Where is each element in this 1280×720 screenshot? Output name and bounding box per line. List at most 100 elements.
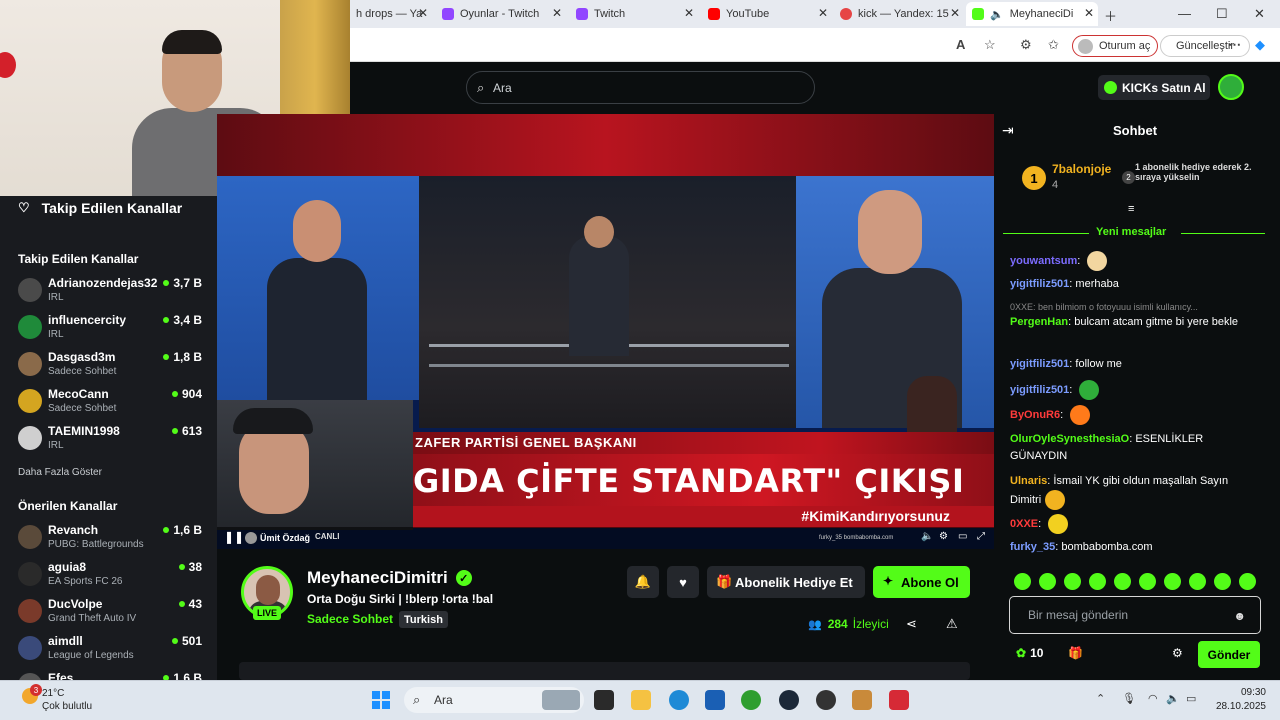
send-button[interactable]: Gönder — [1198, 641, 1260, 668]
notification-bell-button[interactable]: 🔔 — [627, 566, 659, 598]
new-messages-divider[interactable]: Yeni mesajlar — [1003, 226, 1265, 240]
edge-icon[interactable] — [669, 690, 689, 710]
new-tab-icon[interactable]: ＋ — [1104, 6, 1117, 25]
search-input[interactable]: ⌕ Ara — [466, 71, 815, 104]
fullscreen-icon[interactable]: ⤢ — [977, 531, 985, 542]
speaker-icon[interactable]: 🔈 — [990, 8, 1004, 21]
obs-icon[interactable] — [816, 690, 836, 710]
chat-input[interactable]: Bir mesaj gönderin ☻ — [1009, 596, 1261, 634]
settings-icon[interactable]: ⚙ — [939, 531, 948, 542]
minimize-icon[interactable]: — — [1178, 6, 1191, 21]
task-view-icon[interactable] — [594, 690, 614, 710]
chat-username[interactable]: youwantsum — [1010, 255, 1077, 267]
close-icon[interactable]: ✕ — [684, 6, 694, 20]
close-icon[interactable]: ✕ — [418, 6, 428, 20]
taskbar-clock[interactable]: 09:30 28.10.2025 — [1206, 686, 1266, 714]
channel-row[interactable]: TAEMIN1998 IRL 613 — [18, 422, 204, 456]
channel-row[interactable]: DucVolpe Grand Theft Auto IV 43 — [18, 595, 204, 629]
stream-category[interactable]: Sadece Sohbet — [307, 612, 393, 626]
update-button[interactable]: Güncelleştir — [1160, 35, 1250, 57]
tray-chevron-icon[interactable]: ⌃ — [1096, 692, 1105, 705]
people-widget-icon[interactable] — [542, 690, 580, 710]
report-icon[interactable]: ⚠ — [946, 616, 958, 632]
maximize-icon[interactable]: ☐ — [1216, 6, 1228, 22]
channel-points[interactable]: ✿ 10 — [1016, 646, 1043, 660]
show-more-link[interactable]: Daha Fazla Göster — [18, 467, 102, 478]
close-icon[interactable]: ✕ — [818, 6, 828, 20]
favorites-icon[interactable]: ✩ — [1048, 37, 1059, 53]
chat-settings-icon[interactable]: ⚙ — [1172, 646, 1183, 660]
windows-start-icon[interactable] — [372, 691, 390, 709]
collapse-chat-icon[interactable]: ⇥ — [1002, 122, 1014, 139]
quick-emote-icon[interactable] — [1139, 573, 1156, 590]
app-red-icon[interactable] — [889, 690, 909, 710]
browser-tab[interactable]: Oyunlar - Twitch ✕ — [436, 2, 566, 26]
quick-emote-icon[interactable] — [1039, 573, 1056, 590]
channel-row[interactable]: aimdll League of Legends 501 — [18, 632, 204, 666]
channel-row[interactable]: Adrianozendejas32 IRL 3,7 B — [18, 274, 204, 308]
browser-tab[interactable]: h drops — Ya ✕ — [350, 2, 432, 26]
chat-username[interactable]: yigitfiliz501 — [1010, 278, 1069, 290]
browser-tab[interactable]: YouTube ✕ — [702, 2, 832, 26]
browser-tab[interactable]: kick — Yandex: 15 ✕ — [834, 2, 964, 26]
chat-username[interactable]: Ulnaris — [1010, 475, 1047, 487]
gift-subscription-button[interactable]: 🎁 Abonelik Hediye Et — [707, 566, 865, 598]
chat-username[interactable]: 0XXE — [1010, 518, 1038, 530]
quick-emote-icon[interactable] — [1164, 573, 1181, 590]
quick-emote-icon[interactable] — [1064, 573, 1081, 590]
speaker-icon[interactable]: 🔈 — [1166, 692, 1180, 705]
channel-row[interactable]: Dasgasd3m Sadece Sohbet 1,8 B — [18, 348, 204, 382]
chat-username[interactable]: furky_35 — [1010, 541, 1055, 553]
subscribe-button[interactable]: ✦ Abone Ol — [873, 566, 970, 598]
browser-tab-active[interactable]: 🔈 MeyhaneciDi ✕ — [966, 2, 1098, 26]
buy-kicks-button[interactable]: KICKs Satın Al — [1098, 75, 1210, 100]
quick-emote-icon[interactable] — [1014, 573, 1031, 590]
gift-icon[interactable]: 🎁 — [1068, 646, 1083, 660]
pause-icon[interactable]: ❚❚ — [224, 530, 244, 544]
follow-heart-button[interactable]: ♥ — [667, 566, 699, 598]
quick-emote-icon[interactable] — [1189, 573, 1206, 590]
share-icon[interactable]: ⋖ — [906, 616, 917, 632]
weather-widget[interactable]: 3 21°C Çok bulutlu — [22, 684, 122, 716]
emoji-icon[interactable]: ☻ — [1233, 609, 1246, 623]
pinned-leaderboard[interactable]: 1 7balonjoje 4 2 1 abonelik hediye edere… — [1022, 160, 1262, 196]
followed-header[interactable]: ♡ Takip Edilen Kanallar — [18, 200, 182, 216]
browser-tab[interactable]: Twitch ✕ — [570, 2, 698, 26]
app-icon[interactable] — [852, 690, 872, 710]
xbox-icon[interactable] — [741, 690, 761, 710]
read-aloud-icon[interactable]: A — [956, 37, 965, 52]
steam-icon[interactable] — [779, 690, 799, 710]
favorite-star-icon[interactable]: ☆ — [984, 37, 996, 53]
copilot-icon[interactable]: ◆ — [1255, 37, 1265, 53]
channel-row[interactable]: Revanch PUBG: Battlegrounds 1,6 B — [18, 521, 204, 555]
file-explorer-icon[interactable] — [631, 690, 651, 710]
volume-icon[interactable]: 🔈 — [921, 531, 933, 542]
chat-username[interactable]: PergenHan — [1010, 316, 1068, 328]
wifi-icon[interactable]: ◠ — [1148, 692, 1158, 705]
chat-username[interactable]: OlurOyleSynesthesiaO — [1010, 433, 1129, 445]
signin-button[interactable]: Oturum aç — [1072, 35, 1158, 57]
expand-icon[interactable]: ≡ — [1128, 203, 1134, 215]
extensions-icon[interactable]: ⚙ — [1020, 37, 1032, 53]
window-close-icon[interactable]: ✕ — [1254, 6, 1265, 22]
chat-username[interactable]: ByOnuR6 — [1010, 409, 1060, 421]
quick-emote-icon[interactable] — [1089, 573, 1106, 590]
channel-row[interactable]: aguia8 EA Sports FC 26 38 — [18, 558, 204, 592]
chat-username[interactable]: yigitfiliz501 — [1010, 358, 1069, 370]
quick-emote-icon[interactable] — [1239, 573, 1256, 590]
user-avatar[interactable] — [1218, 74, 1244, 100]
language-tag[interactable]: Turkish — [399, 611, 448, 628]
close-icon[interactable]: ✕ — [950, 6, 960, 20]
theater-icon[interactable]: ▭ — [958, 531, 967, 542]
store-icon[interactable] — [705, 690, 725, 710]
chat-username[interactable]: yigitfiliz501 — [1010, 384, 1069, 396]
quick-emote-icon[interactable] — [1114, 573, 1131, 590]
channel-row[interactable]: influencercity IRL 3,4 B — [18, 311, 204, 345]
quick-emote-icon[interactable] — [1214, 573, 1231, 590]
microphone-icon[interactable]: 🎙 — [1122, 692, 1136, 705]
channel-name[interactable]: MeyhaneciDimitri ✓ — [307, 568, 472, 588]
close-icon[interactable]: ✕ — [1084, 6, 1094, 20]
channel-row[interactable]: MecoCann Sadece Sohbet 904 — [18, 385, 204, 419]
battery-icon[interactable]: ▭ — [1186, 692, 1196, 705]
close-icon[interactable]: ✕ — [552, 6, 562, 20]
